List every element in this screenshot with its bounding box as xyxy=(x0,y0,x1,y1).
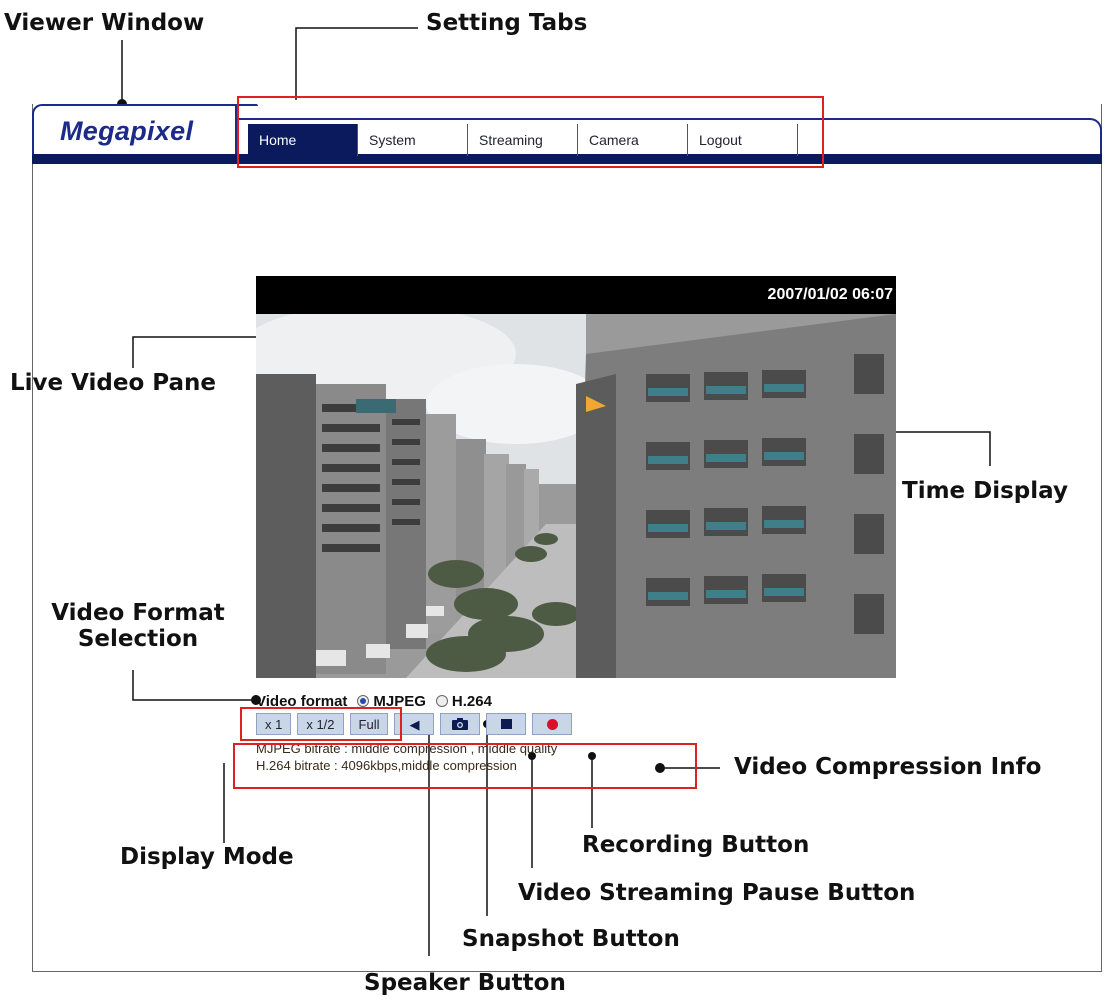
snapshot-button[interactable] xyxy=(440,713,481,735)
h264-label: H.264 xyxy=(451,692,492,710)
time-display: 2007/01/02 06:07 xyxy=(256,276,896,314)
live-video-image xyxy=(256,314,896,678)
recording-button[interactable] xyxy=(532,713,573,735)
speaker-icon: ◀ xyxy=(409,716,420,732)
compression-info-highlight xyxy=(233,743,697,789)
viewer-window: Megapixel Home System Streaming Camera L… xyxy=(32,104,1102,972)
callout-viewer-window: Viewer Window xyxy=(4,10,205,36)
display-mode-highlight xyxy=(240,707,402,741)
pause-button[interactable] xyxy=(486,713,527,735)
setting-tabs-highlight xyxy=(237,96,824,168)
callout-setting-tabs: Setting Tabs xyxy=(426,10,588,36)
viewer-top-right-corner xyxy=(1088,118,1102,154)
live-video-pane xyxy=(256,314,896,678)
timestamp: 2007/01/02 06:07 xyxy=(767,286,893,303)
h264-radio[interactable] xyxy=(435,695,448,707)
callout-speaker-button: Speaker Button xyxy=(364,970,566,996)
record-icon xyxy=(546,718,558,730)
logo: Megapixel xyxy=(60,116,194,146)
logo-tab: Megapixel xyxy=(32,104,237,154)
camera-icon xyxy=(452,718,469,730)
pause-icon xyxy=(500,719,512,729)
mjpeg-radio[interactable] xyxy=(357,695,370,707)
